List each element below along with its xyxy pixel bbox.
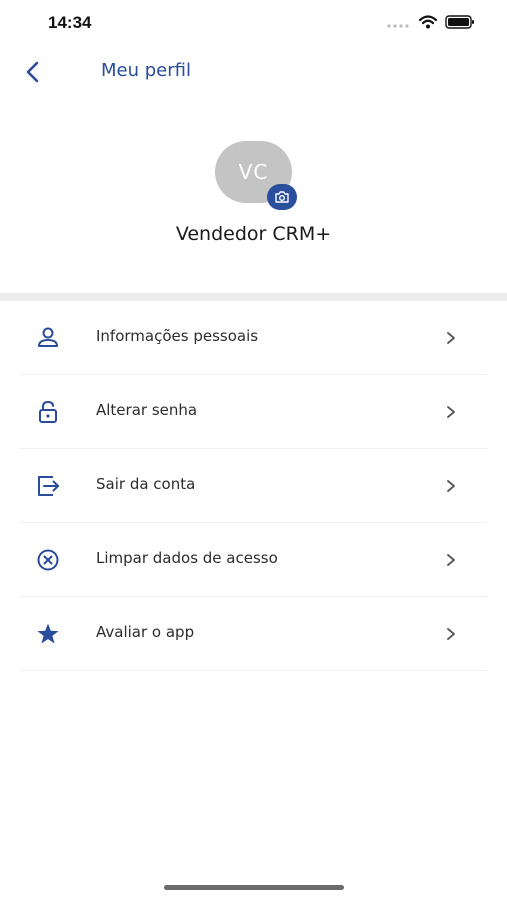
back-button[interactable] [20,58,48,86]
lock-icon [39,400,57,423]
menu-item-label: Avaliar o app [96,623,195,641]
section-divider [0,293,507,301]
status-icons [387,14,475,33]
menu-item-label: Informações pessoais [96,327,259,345]
chevron-right-icon [447,332,455,344]
status-time: 14:34 [48,13,92,32]
menu-item-rate-app[interactable]: Avaliar o app [20,597,487,671]
profile-menu: Informações pessoais Alterar senha Sair … [20,301,487,671]
menu-item-clear-access-data[interactable]: Limpar dados de acesso [20,523,487,597]
status-bar: 14:34 [0,0,507,46]
person-icon [38,327,58,347]
menu-item-label: Limpar dados de acesso [96,549,278,567]
profile-name: Vendedor CRM+ [175,223,332,245]
chevron-right-icon [447,406,455,418]
nav-bar: Meu perfil [0,50,507,94]
page-title: Meu perfil [101,60,191,81]
home-indicator[interactable] [164,885,344,890]
menu-item-label: Sair da conta [96,475,196,493]
chevron-right-icon [447,480,455,492]
wifi-icon [418,14,438,33]
menu-item-label: Alterar senha [96,401,198,419]
cellular-dots-icon [387,14,411,33]
chevron-left-icon [26,61,39,83]
menu-item-personal-info[interactable]: Informações pessoais [20,301,487,375]
clear-circle-icon [37,549,59,571]
menu-item-logout[interactable]: Sair da conta [20,449,487,523]
profile-header: VC Vendedor CRM+ [0,141,507,281]
change-photo-button[interactable] [267,184,297,210]
star-icon [37,623,59,644]
chevron-right-icon [447,628,455,640]
battery-icon [445,14,475,33]
menu-item-change-password[interactable]: Alterar senha [20,375,487,449]
camera-icon [275,191,289,203]
logout-icon [38,476,59,496]
avatar-initials: VC [238,160,269,184]
chevron-right-icon [447,554,455,566]
